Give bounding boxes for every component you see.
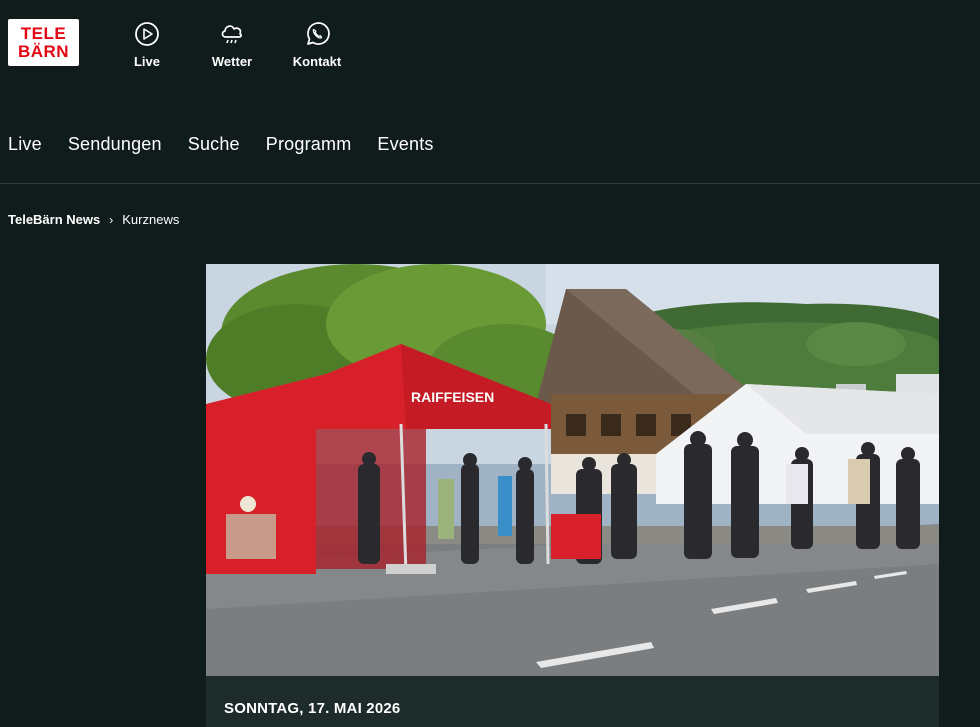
quicklink-wetter-label: Wetter	[211, 54, 253, 69]
logo-text-tele: TELE	[20, 23, 67, 43]
quicklink-kontakt-label: Kontakt	[292, 54, 342, 69]
nav-item-programm[interactable]: Programm	[266, 134, 352, 155]
breadcrumb: TeleBärn News › Kurznews	[8, 212, 179, 227]
article-meta: SONNTAG, 17. MAI 2026	[206, 676, 939, 727]
article-date: SONNTAG, 17. MAI 2026	[224, 700, 401, 717]
nav-item-events[interactable]: Events	[377, 134, 433, 155]
nav-item-suche[interactable]: Suche	[188, 134, 240, 155]
tent-brand-text: RAIFFEISEN	[411, 389, 494, 405]
quicklink-kontakt[interactable]: Kontakt	[282, 20, 352, 69]
nav-item-sendungen[interactable]: Sendungen	[68, 134, 162, 155]
breadcrumb-current[interactable]: Kurznews	[122, 212, 179, 227]
chevron-right-icon: ›	[109, 212, 114, 227]
cloud-rain-icon	[221, 25, 242, 44]
telebaern-logo[interactable]: TELE BÄRN	[8, 19, 79, 66]
street-festival-scene: RAIFFEISEN	[206, 264, 939, 676]
quicklink-live-label: Live	[133, 54, 160, 69]
quicklink-wetter[interactable]: Wetter	[197, 20, 267, 69]
article-image: RAIFFEISEN	[206, 264, 939, 676]
nav-item-live[interactable]: Live	[8, 134, 42, 155]
whatsapp-icon	[307, 22, 330, 45]
quicklink-live[interactable]: Live	[112, 20, 182, 69]
logo-text-baern: BÄRN	[17, 41, 70, 61]
header-divider	[0, 183, 980, 184]
main-nav: Live Sendungen Suche Programm Events	[8, 134, 460, 155]
play-icon	[135, 22, 159, 46]
breadcrumb-parent[interactable]: TeleBärn News	[8, 212, 100, 227]
